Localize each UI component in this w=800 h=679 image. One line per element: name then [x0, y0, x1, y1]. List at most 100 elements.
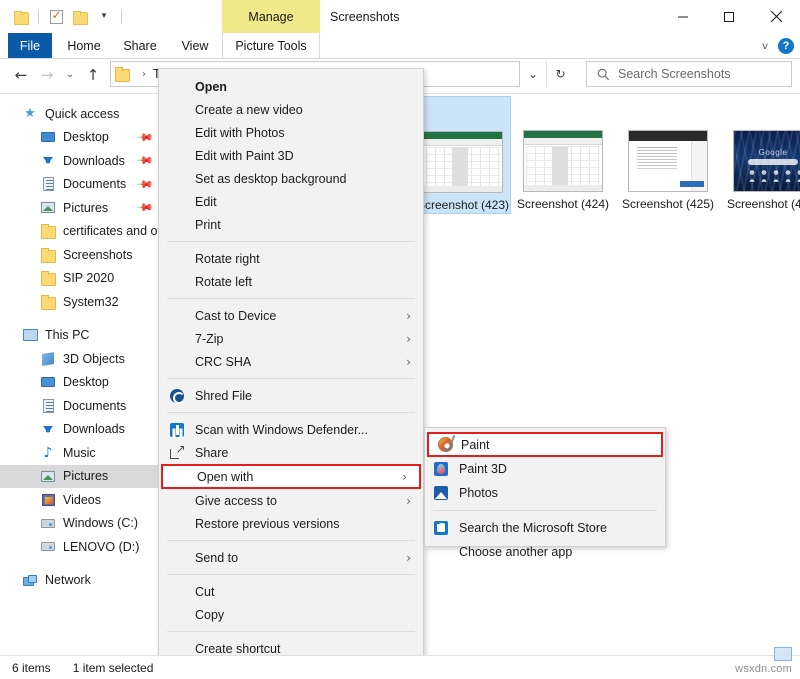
menu-item-rotate-right[interactable]: Rotate right: [159, 247, 423, 270]
close-button[interactable]: [752, 0, 800, 33]
share-icon: [169, 445, 185, 461]
file-tile-screenshot-424[interactable]: Screenshot (424): [515, 96, 611, 214]
submenu-item-paint[interactable]: Paint: [427, 432, 663, 457]
sidebar-item-network[interactable]: Network: [0, 569, 166, 593]
sidebar-item-this-pc[interactable]: This PC: [0, 324, 166, 348]
file-tile-screenshot-426[interactable]: Google Screenshot (426): [725, 96, 800, 214]
menu-item-cut[interactable]: Cut: [159, 580, 423, 603]
submenu-item-search-the-microsoft-store[interactable]: Search the Microsoft Store: [425, 516, 665, 540]
minimize-button[interactable]: [660, 0, 706, 33]
menu-item-send-to[interactable]: Send to ›: [159, 546, 423, 569]
desktop-icon: [40, 129, 56, 145]
search-box[interactable]: Search Screenshots: [586, 61, 792, 87]
sidebar-item-label: Downloads: [63, 154, 125, 168]
menu-item-label: Restore previous versions: [159, 517, 340, 531]
submenu-item-paint-3d[interactable]: Paint 3D: [425, 457, 665, 481]
sidebar-item-desktop-pc[interactable]: Desktop: [0, 371, 166, 395]
sidebar-item-system32[interactable]: System32: [0, 290, 166, 314]
maximize-button[interactable]: [706, 0, 752, 33]
menu-item-rotate-left[interactable]: Rotate left: [159, 270, 423, 293]
paint-icon: [437, 437, 453, 453]
sidebar-item-downloads[interactable]: Downloads 📌: [0, 149, 166, 173]
menu-item-label: Edit with Photos: [159, 126, 285, 140]
sidebar-item-pictures-pc[interactable]: Pictures: [0, 465, 166, 489]
sidebar-item-windows-c[interactable]: Windows (C:): [0, 512, 166, 536]
context-menu[interactable]: Open Create a new video Edit with Photos…: [158, 68, 424, 679]
chevron-down-icon[interactable]: ▾: [93, 6, 115, 28]
sidebar-item-screenshots[interactable]: Screenshots: [0, 243, 166, 267]
sidebar-item-documents[interactable]: Documents 📌: [0, 173, 166, 197]
sidebar-item-downloads-pc[interactable]: Downloads: [0, 418, 166, 442]
sidebar-item-videos[interactable]: Videos: [0, 488, 166, 512]
menu-item-shred-file[interactable]: Shred File: [159, 384, 423, 407]
up-button[interactable]: ↑: [80, 60, 106, 90]
menu-item-label: Copy: [159, 608, 224, 622]
menu-item-label: Scan with Windows Defender...: [159, 423, 368, 437]
menu-item-set-as-desktop-background[interactable]: Set as desktop background: [159, 167, 423, 190]
sidebar-item-3d-objects[interactable]: 3D Objects: [0, 347, 166, 371]
tab-share[interactable]: Share: [116, 33, 164, 59]
folder-icon[interactable]: [10, 6, 32, 28]
recent-locations-button[interactable]: ⌄: [60, 60, 80, 90]
menu-item-edit-with-paint-3d[interactable]: Edit with Paint 3D: [159, 144, 423, 167]
menu-item-label: Cast to Device: [159, 309, 276, 323]
menu-item-print[interactable]: Print: [159, 213, 423, 236]
menu-item-open[interactable]: Open: [159, 75, 423, 98]
submenu-separator: [433, 510, 657, 511]
menu-item-label: Create a new video: [159, 103, 303, 117]
open-with-submenu[interactable]: Paint Paint 3D Photos Search the Microso…: [424, 427, 666, 547]
forward-button[interactable]: →: [34, 60, 60, 90]
this-pc-icon: [22, 327, 38, 343]
sidebar-item-music[interactable]: ♪ Music: [0, 441, 166, 465]
menu-item-scan-with-windows-defender[interactable]: Scan with Windows Defender...: [159, 418, 423, 441]
sidebar-item-desktop[interactable]: Desktop 📌: [0, 126, 166, 150]
file-thumbnail: [423, 131, 503, 193]
submenu-item-photos[interactable]: Photos: [425, 481, 665, 505]
desktop-icon: [40, 374, 56, 390]
submenu-item-choose-another-app[interactable]: Choose another app: [425, 540, 665, 564]
menu-item-restore-previous-versions[interactable]: Restore previous versions: [159, 512, 423, 535]
search-input[interactable]: Search Screenshots: [618, 67, 731, 81]
sidebar-item-lenovo-d[interactable]: LENOVO (D:): [0, 535, 166, 559]
menu-item-edit[interactable]: Edit: [159, 190, 423, 213]
star-icon: ★: [22, 106, 38, 122]
tab-view[interactable]: View: [172, 33, 218, 59]
menu-item-crc-sha[interactable]: CRC SHA ›: [159, 350, 423, 373]
sidebar-item-quick-access[interactable]: ★ Quick access: [0, 102, 166, 126]
shield-icon: [169, 422, 185, 438]
refresh-icon[interactable]: ↻: [547, 61, 574, 87]
menu-item-7-zip[interactable]: 7-Zip ›: [159, 327, 423, 350]
sidebar-item-pictures[interactable]: Pictures 📌: [0, 196, 166, 220]
sidebar-item-sip-2020[interactable]: SIP 2020: [0, 267, 166, 291]
navigation-pane: ★ Quick access Desktop 📌 Downloads 📌 Doc…: [0, 94, 166, 655]
menu-item-create-a-new-video[interactable]: Create a new video: [159, 98, 423, 121]
document-check-icon[interactable]: [45, 6, 67, 28]
menu-item-copy[interactable]: Copy: [159, 603, 423, 626]
menu-item-open-with[interactable]: Open with ›: [161, 464, 421, 489]
history-dropdown-icon[interactable]: ⌄: [520, 61, 547, 87]
chevron-down-icon[interactable]: v: [762, 41, 768, 52]
tab-picture-tools[interactable]: Picture Tools: [222, 33, 320, 59]
ribbon-right-controls: v ?: [762, 33, 794, 59]
sidebar-item-label: Network: [45, 573, 91, 587]
sidebar-item-label: Windows (C:): [63, 516, 138, 530]
downloads-icon: [40, 153, 56, 169]
back-button[interactable]: ←: [8, 60, 34, 90]
tab-file[interactable]: File: [8, 33, 52, 59]
menu-item-give-access-to[interactable]: Give access to ›: [159, 489, 423, 512]
menu-item-edit-with-photos[interactable]: Edit with Photos: [159, 121, 423, 144]
file-tile-screenshot-425[interactable]: Screenshot (425): [620, 96, 716, 214]
sidebar-item-documents-pc[interactable]: Documents: [0, 394, 166, 418]
help-icon[interactable]: ?: [778, 38, 794, 54]
tab-home[interactable]: Home: [58, 33, 110, 59]
chevron-right-icon: ›: [402, 470, 407, 484]
sidebar-item-label: System32: [63, 295, 119, 309]
sidebar-item-certificates-and-offe[interactable]: certificates and offe: [0, 220, 166, 244]
menu-item-cast-to-device[interactable]: Cast to Device ›: [159, 304, 423, 327]
menu-item-share[interactable]: Share: [159, 441, 423, 464]
folder-icon: [115, 68, 129, 80]
sidebar-item-label: Screenshots: [63, 248, 132, 262]
file-tile-screenshot-423[interactable]: Screenshot (423): [415, 96, 511, 214]
folder-icon[interactable]: [69, 6, 91, 28]
contextual-tab-group-manage[interactable]: Manage: [222, 0, 320, 33]
